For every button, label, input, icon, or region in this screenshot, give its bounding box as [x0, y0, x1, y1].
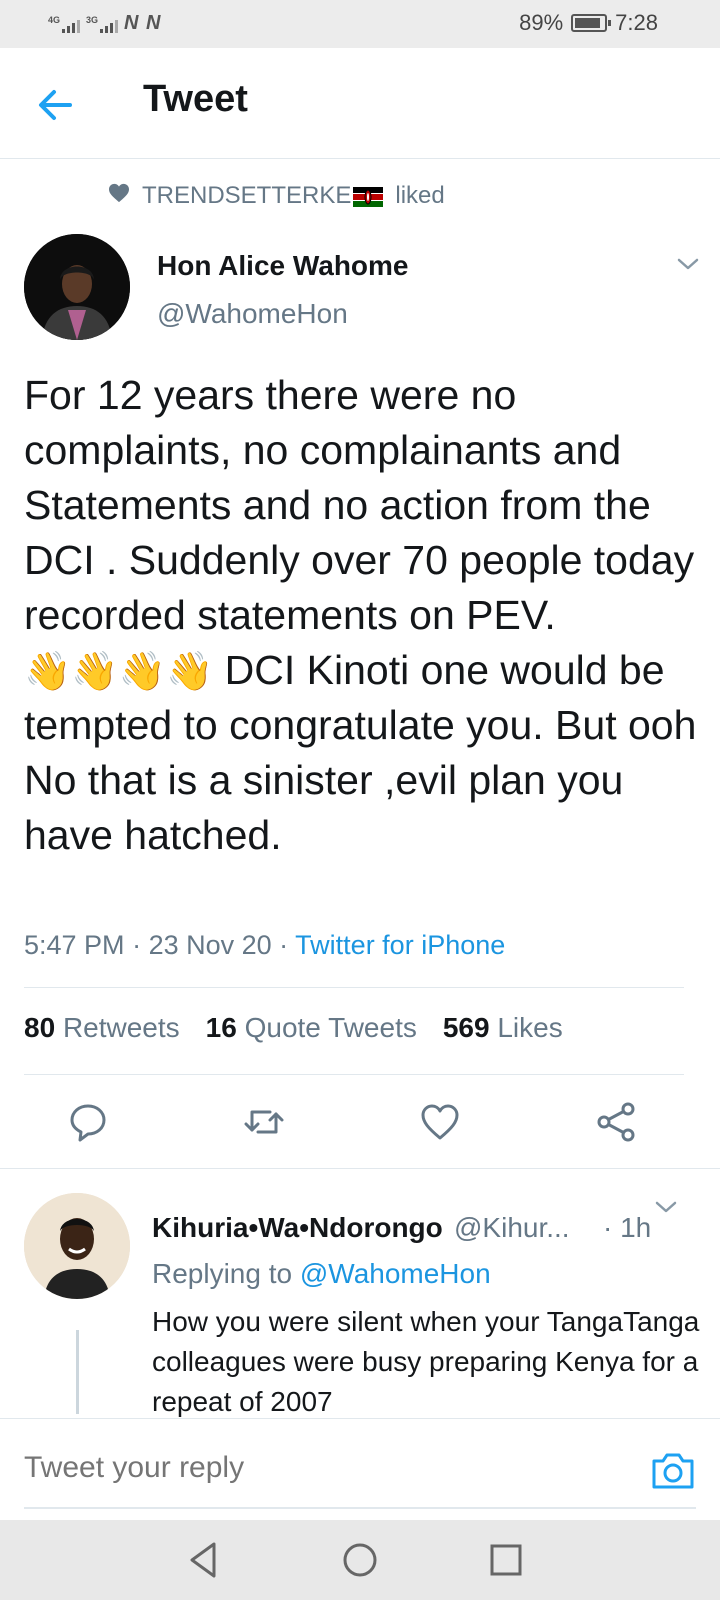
- likes-stat[interactable]: 569 Likes: [443, 1012, 563, 1044]
- header: Tweet: [0, 48, 720, 159]
- camera-icon[interactable]: [650, 1447, 696, 1493]
- battery-icon: [571, 14, 612, 32]
- reply-icon[interactable]: [66, 1100, 110, 1144]
- status-bar: 4G 3G N N 89% 7:28: [0, 0, 720, 48]
- carrier-icons: N N: [124, 12, 162, 34]
- clock: 7:28: [615, 10, 658, 35]
- arrow-left-icon[interactable]: [30, 80, 80, 130]
- divider: [24, 1074, 684, 1075]
- reply-input-underline: [24, 1507, 696, 1509]
- reply-author-handle[interactable]: @Kihur...: [454, 1212, 570, 1244]
- replying-to-link[interactable]: @WahomeHon: [300, 1258, 491, 1289]
- reply-author-avatar[interactable]: [24, 1193, 130, 1299]
- retweets-stat[interactable]: 80 Retweets: [24, 1012, 180, 1044]
- signal-3g-icon: 3G: [86, 15, 118, 33]
- reply-time: · 1h: [603, 1212, 652, 1243]
- nav-home-icon[interactable]: [338, 1538, 382, 1582]
- tweet-date: 23 Nov 20: [148, 930, 272, 960]
- battery-percent: 89%: [519, 10, 564, 35]
- author-name[interactable]: Hon Alice Wahome: [157, 250, 409, 282]
- chevron-down-icon[interactable]: [654, 1198, 678, 1216]
- author-handle[interactable]: @WahomeHon: [157, 298, 348, 330]
- nav-recents-icon[interactable]: [484, 1538, 528, 1582]
- tweet-meta: 5:47 PM · 23 Nov 20 · Twitter for iPhone: [24, 930, 506, 960]
- tweet-text: For 12 years there were no complaints, n…: [24, 372, 697, 858]
- like-icon[interactable]: [418, 1100, 462, 1144]
- tweet-stats: 80 Retweets 16 Quote Tweets 569 Likes: [24, 1012, 563, 1044]
- reply-text: How you were silent when your TangaTanga…: [152, 1306, 700, 1417]
- signal-indicators: 4G 3G N N: [48, 12, 161, 35]
- tweet-time: 5:47 PM: [24, 930, 125, 960]
- reply-bar: [0, 1418, 720, 1521]
- social-context[interactable]: TRENDSETTERKE liked: [108, 182, 445, 210]
- signal-4g-icon: 4G: [48, 15, 80, 33]
- share-icon[interactable]: [594, 1100, 638, 1144]
- divider: [24, 987, 684, 988]
- social-context-action: liked: [395, 182, 445, 209]
- heart-icon: [108, 182, 130, 210]
- nav-back-icon[interactable]: [182, 1538, 226, 1582]
- reply-author-name[interactable]: Kihuria•Wa•Ndorongo: [152, 1212, 443, 1244]
- chevron-down-icon[interactable]: [676, 255, 700, 273]
- quote-tweets-stat[interactable]: 16 Quote Tweets: [206, 1012, 417, 1044]
- kenya-flag-icon: [353, 186, 384, 207]
- social-context-user: TRENDSETTERKE: [142, 182, 352, 209]
- retweet-icon[interactable]: [242, 1100, 286, 1144]
- tweet-source-link[interactable]: Twitter for iPhone: [295, 930, 505, 960]
- replying-to: Replying to @WahomeHon: [152, 1258, 491, 1289]
- system-nav-bar: [0, 1520, 720, 1600]
- reply-input[interactable]: [24, 1451, 584, 1485]
- page-title: Tweet: [143, 78, 248, 120]
- waving-hands-emoji: 👋👋👋👋: [24, 651, 214, 693]
- status-right: 89% 7:28: [519, 10, 658, 36]
- divider: [0, 1168, 720, 1169]
- author-avatar[interactable]: [24, 234, 130, 340]
- thread-line: [76, 1330, 79, 1414]
